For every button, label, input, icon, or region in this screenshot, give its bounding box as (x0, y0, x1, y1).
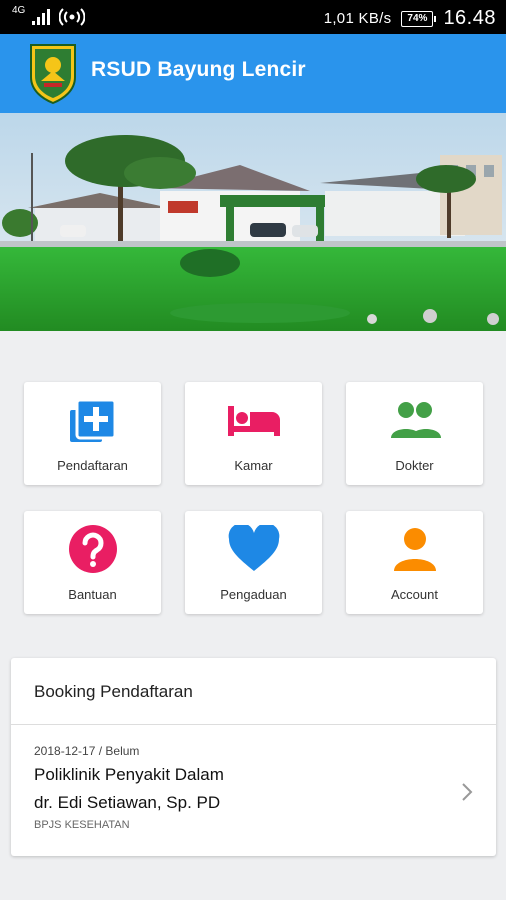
booking-item[interactable]: 2018-12-17 / Belum Poliklinik Penyakit D… (11, 725, 496, 856)
menu-kamar[interactable]: Kamar (185, 382, 322, 485)
battery-icon: 74% (401, 10, 437, 27)
heart-icon (228, 525, 279, 571)
menu-bantuan[interactable]: Bantuan (24, 511, 161, 614)
people-icon (390, 402, 441, 438)
menu-dokter[interactable]: Dokter (346, 382, 483, 485)
clock: 16.48 (443, 7, 496, 29)
booking-title: Booking Pendaftaran (34, 682, 193, 701)
booking-clinic: Poliklinik Penyakit Dalam (34, 765, 224, 784)
menu-label: Kamar (234, 458, 273, 473)
app-bar: RSUD Bayung Lencir (0, 34, 506, 113)
menu-label: Pengaduan (220, 587, 287, 602)
menu-pengaduan[interactable]: Pengaduan (185, 511, 322, 614)
booking-card: Booking Pendaftaran 2018-12-17 / Belum P… (11, 658, 496, 856)
hotspot-icon (59, 8, 86, 26)
network-type: 4G (12, 5, 26, 16)
hospital-banner-image (0, 113, 506, 331)
status-right: 1,01 KB/s 74% 16.48 (324, 7, 496, 30)
menu-label: Bantuan (68, 587, 117, 602)
booking-doctor: dr. Edi Setiawan, Sp. PD (34, 793, 221, 812)
bed-icon (227, 406, 280, 436)
hospital-logo-icon (30, 44, 76, 105)
booking-date-status: 2018-12-17 / Belum (34, 744, 140, 758)
menu-pendaftaran[interactable]: Pendaftaran (24, 382, 161, 485)
menu-label: Dokter (395, 458, 434, 473)
menu-label: Account (391, 587, 438, 602)
signal-icon (32, 9, 51, 25)
person-icon (393, 528, 436, 571)
menu-account[interactable]: Account (346, 511, 483, 614)
app-title: RSUD Bayung Lencir (91, 58, 306, 81)
status-left: 4G (12, 5, 86, 26)
status-bar: 4G 1,01 KB/s 74% 16.48 (0, 0, 506, 34)
help-icon (68, 525, 117, 573)
booking-payer: BPJS KESEHATAN (34, 819, 130, 831)
add-to-queue-icon (69, 398, 116, 442)
network-speed: 1,01 KB/s (323, 10, 392, 27)
chevron-right-icon (462, 783, 473, 801)
menu-label: Pendaftaran (57, 458, 128, 473)
